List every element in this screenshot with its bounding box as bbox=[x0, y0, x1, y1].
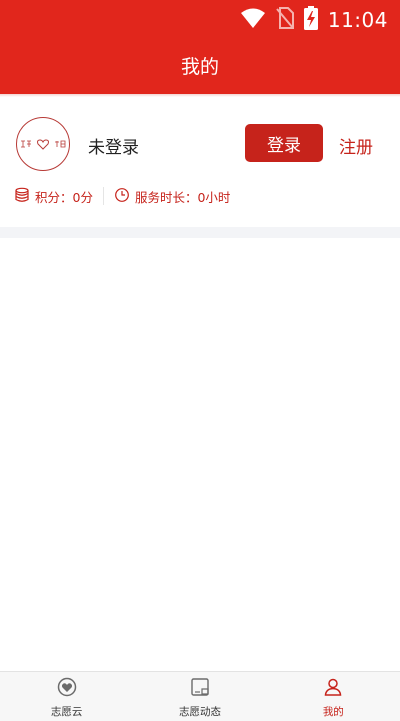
logo-text-right bbox=[55, 140, 66, 148]
service-hours-stat[interactable]: 服务时长：0小时 bbox=[114, 187, 230, 206]
heart-badge-icon bbox=[57, 677, 77, 701]
register-link[interactable]: 注册 bbox=[339, 133, 373, 158]
status-bar: 11:04 bbox=[0, 0, 400, 40]
tab-label: 志愿动态 bbox=[178, 706, 221, 718]
bottom-tab-bar: 志愿云 志愿动态 我的 bbox=[0, 671, 400, 721]
section-separator bbox=[0, 227, 400, 238]
tab-volunteer-news[interactable]: 志愿动态 bbox=[133, 672, 266, 721]
person-icon bbox=[323, 677, 343, 701]
service-hours-label: 服务时长：0小时 bbox=[134, 189, 231, 205]
clock: 11:04 bbox=[327, 8, 388, 32]
logo-text-left bbox=[21, 140, 31, 148]
wifi-icon bbox=[240, 7, 266, 33]
login-button[interactable]: 登录 bbox=[245, 124, 323, 162]
clock-icon bbox=[114, 187, 130, 206]
status-icons: 11:04 bbox=[240, 6, 388, 34]
avatar[interactable] bbox=[16, 117, 70, 171]
stats-row: 积分：0分 服务时长：0小时 bbox=[14, 185, 230, 207]
tab-label: 志愿云 bbox=[50, 706, 83, 718]
news-icon bbox=[190, 677, 210, 701]
profile-card: 未登录 登录 注册 积分：0分 服务时长：0小时 bbox=[0, 97, 400, 227]
heart-icon bbox=[37, 138, 49, 150]
stats-divider bbox=[102, 187, 104, 205]
page-title: 我的 bbox=[180, 56, 219, 78]
battery-charging-icon bbox=[303, 6, 318, 34]
app-header: 11:04 我的 bbox=[0, 0, 400, 94]
points-stat[interactable]: 积分：0分 bbox=[14, 187, 93, 206]
tab-label: 我的 bbox=[322, 706, 344, 718]
points-label: 积分：0分 bbox=[35, 189, 93, 205]
username: 未登录 bbox=[88, 138, 139, 158]
no-sim-icon bbox=[276, 7, 294, 33]
organization-logo bbox=[20, 138, 66, 150]
database-icon bbox=[14, 187, 30, 206]
tab-volunteer-cloud[interactable]: 志愿云 bbox=[0, 672, 133, 721]
tab-mine[interactable]: 我的 bbox=[267, 672, 400, 721]
